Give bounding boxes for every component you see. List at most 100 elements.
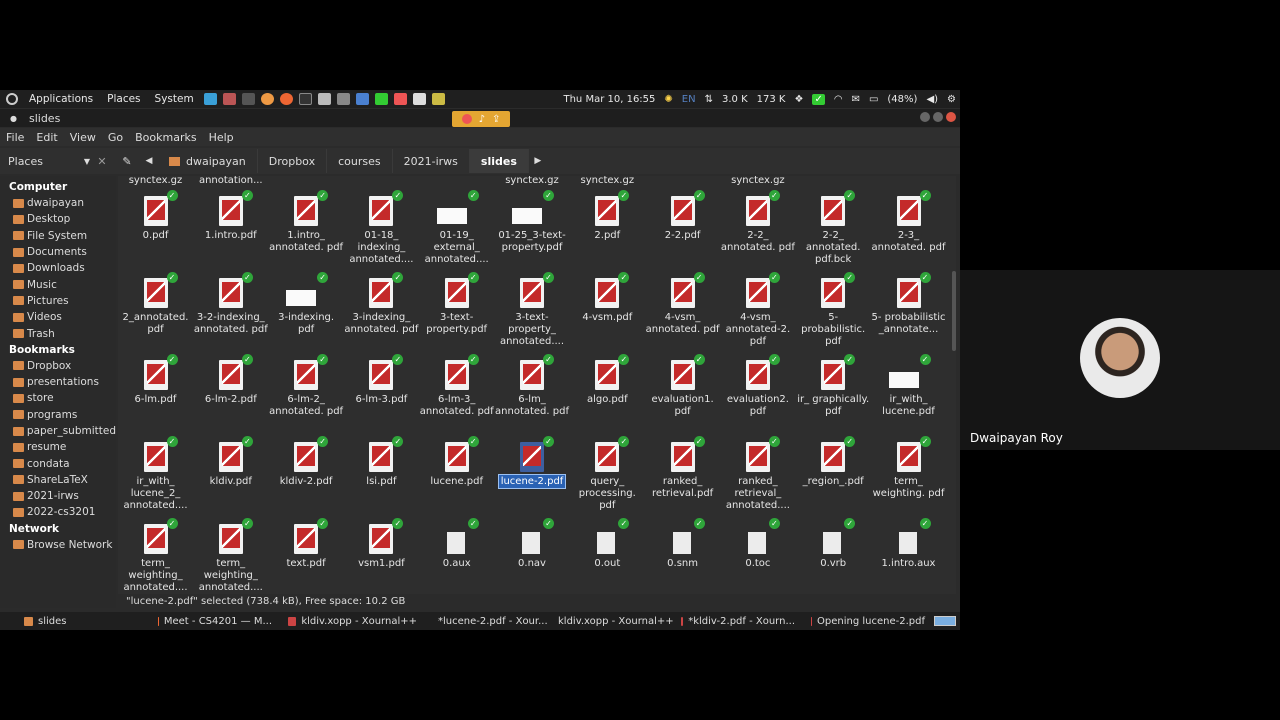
taskbar-item[interactable]: Opening lucene-2.pdf (803, 616, 933, 627)
pycharm-icon[interactable] (374, 93, 388, 105)
sidebar-item-downloads[interactable]: Downloads (0, 260, 116, 276)
sidebar-item-pictures[interactable]: Pictures (0, 293, 116, 309)
file-item[interactable]: ✓ 6-lm.pdf (118, 354, 193, 406)
file-item[interactable]: ✓ query_ processing. pdf (570, 436, 645, 512)
file-item[interactable]: ✓ 1.intro.aux (871, 518, 946, 570)
file-item[interactable]: ✓ 01-25_3-text- property.pdf (495, 190, 570, 254)
taskbar-item[interactable]: kldiv.xopp - Xournal++ (280, 616, 425, 627)
file-item[interactable]: ✓ ir_with_ lucene_2_ annotated.... (118, 436, 193, 512)
file-item[interactable]: ✓ 1.intro_ annotated. pdf (269, 190, 344, 254)
file-item[interactable]: ✓ term_ weighting. pdf (871, 436, 946, 500)
file-item[interactable]: ✓ 2-2_ annotated. pdf.bck (796, 190, 871, 266)
cloud-icon[interactable] (203, 93, 217, 105)
file-item[interactable]: ✓ 5- probabilistic _annotate... (871, 272, 946, 336)
sidebar-item-file-system[interactable]: File System (0, 228, 116, 244)
sidebar-network-browse-network[interactable]: Browse Network (0, 537, 116, 553)
file-item[interactable]: ✓ kldiv-2.pdf (269, 436, 344, 488)
file-item[interactable]: ✓ 0.snm (645, 518, 720, 570)
file-item-partial[interactable]: annotation... (193, 176, 268, 187)
file-item[interactable]: ✓ 0.aux (419, 518, 494, 570)
sidebar-bookmark-resume[interactable]: resume (0, 439, 116, 455)
text-editor-icon[interactable] (317, 93, 331, 105)
calculator-icon[interactable] (222, 93, 236, 105)
breadcrumb-courses[interactable]: courses (327, 149, 393, 173)
breadcrumb-slides[interactable]: slides (469, 149, 529, 173)
menu-help[interactable]: Help (203, 131, 240, 144)
share-icon[interactable]: ⇪ (492, 114, 500, 125)
monitor-icon[interactable] (241, 93, 255, 105)
sidebar-bookmark-2022-cs3201[interactable]: 2022-cs3201 (0, 504, 116, 520)
file-item-partial[interactable]: synctex.gz (570, 176, 645, 187)
system-menu[interactable]: System (148, 93, 201, 105)
file-item[interactable]: ✓ 2-2.pdf (645, 190, 720, 242)
places-selector[interactable]: Places ▼ (0, 155, 90, 168)
file-item[interactable]: ✓ 6-lm-3_ annotated. pdf (419, 354, 494, 418)
sidebar-item-videos[interactable]: Videos (0, 309, 116, 325)
file-item[interactable]: ✓ term_ weighting_ annotated.... (118, 518, 193, 594)
file-item[interactable]: ✓ 4-vsm_ annotated. pdf (645, 272, 720, 336)
file-item[interactable]: ✓ 2-3_ annotated. pdf (871, 190, 946, 254)
file-item[interactable]: ✓ 1.intro.pdf (193, 190, 268, 242)
breadcrumb-dwaipayan[interactable]: dwaipayan (158, 149, 258, 173)
file-item[interactable]: ✓ 0.toc (720, 518, 795, 570)
battery-icon[interactable]: ▭ (869, 94, 878, 105)
language-indicator[interactable]: EN (682, 94, 696, 105)
file-item[interactable]: ✓ 3-text- property.pdf (419, 272, 494, 336)
window-titlebar[interactable]: ● slides ♪ ⇪ (0, 109, 960, 127)
taskbar-item[interactable]: *lucene-2.pdf - Xour... (425, 616, 548, 627)
file-item[interactable]: ✓ 6-lm-2.pdf (193, 354, 268, 406)
file-item[interactable]: ✓ 01-19_ external_ annotated.... (419, 190, 494, 266)
taskbar-item[interactable]: Meet - CS4201 — M... (150, 616, 280, 627)
mic-icon[interactable]: ♪ (479, 114, 485, 125)
sidebar-item-trash[interactable]: Trash (0, 325, 116, 341)
breadcrumb-right-arrow-icon[interactable]: ▶ (529, 156, 547, 166)
firefox-icon[interactable] (279, 93, 293, 105)
file-item[interactable]: ✓ lucene.pdf (419, 436, 494, 488)
breadcrumb-dropbox[interactable]: Dropbox (258, 149, 328, 173)
sidebar-bookmark-sharelatex[interactable]: ShareLaTeX (0, 472, 116, 488)
scrollbar[interactable] (952, 271, 956, 351)
places-menu[interactable]: Places (100, 93, 147, 105)
file-item[interactable]: ✓ 2-2_ annotated. pdf (720, 190, 795, 254)
file-item[interactable]: ✓ term_ weighting_ annotated.... (193, 518, 268, 594)
chrome-icon[interactable] (260, 93, 274, 105)
datetime[interactable]: Thu Mar 10, 16:55 (563, 94, 655, 105)
file-item[interactable]: ✓ evaluation1. pdf (645, 354, 720, 418)
applications-menu[interactable]: Applications (22, 93, 100, 105)
file-item[interactable]: ✓ text.pdf (269, 518, 344, 570)
sidebar-bookmark-2021-irws[interactable]: 2021-irws (0, 488, 116, 504)
app-icon[interactable] (431, 93, 445, 105)
sidebar-bookmark-dropbox[interactable]: Dropbox (0, 358, 116, 374)
floating-toolbar[interactable]: ♪ ⇪ (452, 111, 510, 127)
file-item[interactable]: ✓ lsi.pdf (344, 436, 419, 488)
file-item[interactable]: ✓ 6-lm_ annotated. pdf (495, 354, 570, 418)
firefox-icon[interactable] (461, 114, 472, 124)
file-item-partial[interactable]: synctex.gz (118, 176, 193, 187)
file-item[interactable]: ✓ evaluation2. pdf (720, 354, 795, 418)
chat-icon[interactable] (412, 93, 426, 105)
file-item[interactable]: ✓ _region_.pdf (796, 436, 871, 488)
file-item-partial[interactable]: synctex.gz (720, 176, 795, 187)
workspace-switcher[interactable] (934, 616, 956, 626)
file-item[interactable]: ✓ ranked_ retrieval.pdf (645, 436, 720, 500)
file-item[interactable]: ✓ ranked_ retrieval_ annotated.... (720, 436, 795, 512)
minimize-button[interactable] (920, 112, 930, 122)
box-icon[interactable] (355, 93, 369, 105)
file-item[interactable]: ✓ 0.vrb (796, 518, 871, 570)
menu-file[interactable]: File (0, 131, 30, 144)
taskbar-item[interactable]: kldiv.xopp - Xournal++ (545, 616, 674, 627)
taskbar-item[interactable]: *kldiv-2.pdf - Xourn... (673, 616, 803, 627)
file-item[interactable]: ✓ 3-2-indexing_ annotated. pdf (193, 272, 268, 336)
maximize-button[interactable] (933, 112, 943, 122)
file-item[interactable]: ✓ 6-lm-3.pdf (344, 354, 419, 406)
breadcrumb-2021-irws[interactable]: 2021-irws (393, 149, 470, 173)
file-grid[interactable]: synctex.gz annotation... synctex.gz synctex… (118, 176, 956, 594)
toggle-location-icon[interactable]: ✎ (114, 155, 140, 168)
file-item[interactable]: ✓ vsm1.pdf (344, 518, 419, 570)
terminal-icon[interactable] (298, 93, 312, 105)
sidebar-bookmark-store[interactable]: store (0, 390, 116, 406)
sidebar-bookmark-condata[interactable]: condata (0, 455, 116, 471)
file-item[interactable]: ✓ kldiv.pdf (193, 436, 268, 488)
settings-gear-icon[interactable]: ⚙ (947, 94, 956, 105)
file-item[interactable]: ✓ 5- probabilistic. pdf (796, 272, 871, 348)
